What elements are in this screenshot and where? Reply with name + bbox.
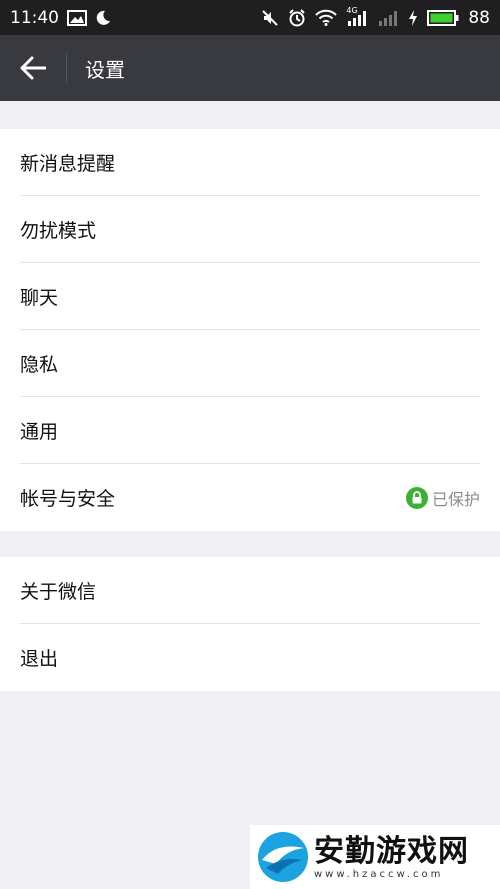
image-icon	[67, 9, 87, 26]
settings-item-label: 勿扰模式	[20, 220, 97, 242]
back-button[interactable]	[0, 35, 66, 101]
wifi-icon	[315, 9, 338, 26]
watermark-text: 安勤游戏网	[314, 833, 469, 869]
battery-icon	[427, 9, 459, 26]
watermark: 安勤游戏网 www.hzaccw.com	[250, 825, 500, 889]
mute-icon	[261, 9, 279, 27]
time: 11:40	[10, 7, 59, 28]
settings-item-label: 通用	[20, 421, 59, 443]
settings-item-privacy[interactable]: 隐私	[0, 330, 500, 397]
settings-item-label: 新消息提醒	[20, 153, 116, 175]
network-type: 4G	[346, 5, 358, 15]
settings-item-about[interactable]: 关于微信	[0, 557, 500, 624]
settings-item-label: 隐私	[20, 354, 59, 376]
arrow-left-icon	[20, 56, 46, 80]
protection-status: 已保护	[405, 486, 480, 510]
settings-group-secondary: 关于微信 退出	[0, 557, 500, 691]
app-bar: 设置	[0, 35, 500, 101]
battery-level: 88	[468, 7, 490, 28]
settings-item-logout[interactable]: 退出	[0, 624, 500, 691]
settings-item-chat[interactable]: 聊天	[0, 263, 500, 330]
page-title: 设置	[85, 57, 125, 82]
watermark-logo-icon	[258, 832, 308, 882]
alarm-icon	[288, 8, 306, 27]
header-divider	[66, 53, 67, 83]
settings-item-label: 退出	[20, 648, 59, 670]
settings-group-main: 新消息提醒 勿扰模式 聊天 隐私 通用 帐号与安全 已保护	[0, 129, 500, 531]
settings-item-account-security[interactable]: 帐号与安全 已保护	[0, 464, 500, 531]
settings-item-label: 帐号与安全	[20, 488, 116, 510]
lock-icon	[405, 486, 428, 509]
moon-icon	[95, 10, 111, 26]
settings-item-label: 关于微信	[20, 581, 97, 603]
watermark-url: www.hzaccw.com	[314, 868, 444, 880]
settings-item-notifications[interactable]: 新消息提醒	[0, 129, 500, 196]
settings-item-general[interactable]: 通用	[0, 397, 500, 464]
status-bar: 11:40 4G 88	[0, 0, 500, 35]
signal-icon	[377, 9, 399, 27]
signal-icon: 4G	[346, 5, 368, 27]
settings-item-do-not-disturb[interactable]: 勿扰模式	[0, 196, 500, 263]
settings-item-label: 聊天	[20, 287, 59, 309]
charging-icon	[408, 9, 418, 26]
protection-status-text: 已保护	[431, 489, 480, 509]
